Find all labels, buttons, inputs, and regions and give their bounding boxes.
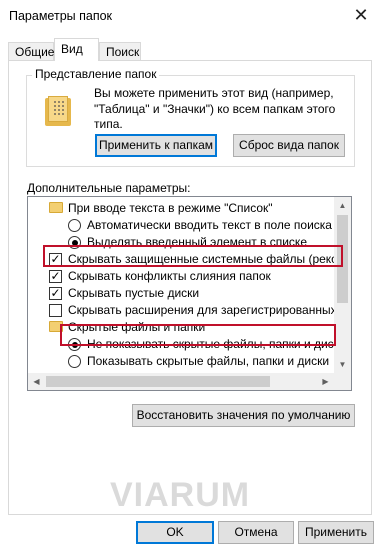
- checkbox-hide-empty-drives[interactable]: ✓: [49, 287, 62, 300]
- list-item-label: Скрывать расширения для зарегистрированн…: [68, 303, 352, 317]
- window-title: Параметры папок: [9, 9, 113, 23]
- reset-folders-button[interactable]: Сброс вида папок: [233, 134, 345, 157]
- checkbox-hide-protected-files[interactable]: ✓: [49, 253, 62, 266]
- scroll-left-icon[interactable]: ◀: [28, 373, 45, 390]
- list-item-dont-show-hidden[interactable]: Не показывать скрытые файлы, папки и дис…: [28, 336, 346, 353]
- tab-view[interactable]: Вид: [54, 38, 99, 61]
- apply-button[interactable]: Применить: [298, 521, 374, 544]
- folder-icon: [49, 321, 63, 332]
- list-item-label: Скрытые файлы и папки: [68, 320, 206, 334]
- cancel-button[interactable]: Отмена: [218, 521, 294, 544]
- list-item-hide-merge-conflicts[interactable]: ✓ Скрывать конфликты слияния папок: [28, 268, 334, 285]
- list-item-select-typed[interactable]: Выделять введенный элемент в списке: [28, 234, 334, 251]
- radio-select-typed[interactable]: [68, 236, 81, 249]
- ok-button[interactable]: OK: [136, 521, 214, 544]
- list-item-hide-protected-files[interactable]: ✓ Скрывать защищенные системные файлы (р…: [28, 251, 351, 268]
- scrollbar-corner: [334, 373, 351, 390]
- scroll-right-icon[interactable]: ▶: [317, 373, 334, 390]
- list-item-label: Скрывать защищенные системные файлы (рек…: [68, 252, 352, 266]
- list-item-label: Скрывать конфликты слияния папок: [68, 269, 271, 283]
- list-item-hide-extensions[interactable]: Скрывать расширения для зарегистрированн…: [28, 302, 351, 319]
- vertical-scroll-thumb[interactable]: [337, 215, 348, 303]
- list-item-show-hidden[interactable]: Показывать скрытые файлы, папки и диски: [28, 353, 334, 370]
- scroll-down-icon[interactable]: ▼: [334, 356, 351, 373]
- apply-to-folders-button[interactable]: Применить к папкам: [95, 134, 217, 157]
- horizontal-scrollbar[interactable]: ◀ ▶: [28, 373, 334, 390]
- watermark: VIARUM: [110, 476, 251, 514]
- vertical-scrollbar[interactable]: ▲ ▼: [334, 197, 351, 373]
- folder-view-icon: [45, 96, 71, 126]
- radio-show-hidden[interactable]: [68, 355, 81, 368]
- list-item-hide-empty-drives[interactable]: ✓ Скрывать пустые диски: [28, 285, 334, 302]
- folder-icon: [49, 202, 63, 213]
- list-item-label: Не показывать скрытые файлы, папки и дис…: [87, 337, 346, 351]
- list-item-folder-hidden-files: Скрытые файлы и папки: [28, 319, 334, 336]
- checkbox-hide-merge-conflicts[interactable]: ✓: [49, 270, 62, 283]
- radio-dont-show-hidden[interactable]: [68, 338, 81, 351]
- folder-view-legend: Представление папок: [32, 67, 160, 81]
- list-item-label: Показывать скрытые файлы, папки и диски: [87, 354, 330, 368]
- title-bar: Параметры папок ✕: [0, 0, 382, 32]
- tab-strip: Общие Вид Поиск: [0, 38, 382, 61]
- folder-view-description: Вы можете применить этот вид (например, …: [94, 86, 336, 131]
- list-item-label: Выделять введенный элемент в списке: [87, 235, 307, 249]
- list-item-label: Скрывать пустые диски: [68, 286, 200, 300]
- horizontal-scroll-thumb[interactable]: [46, 376, 270, 387]
- list-item-folder-typing: При вводе текста в режиме "Список": [28, 200, 334, 217]
- tab-general[interactable]: Общие: [8, 42, 54, 60]
- advanced-settings-label: Дополнительные параметры:: [27, 181, 191, 195]
- close-icon[interactable]: ✕: [350, 4, 372, 26]
- radio-auto-search[interactable]: [68, 219, 81, 232]
- advanced-settings-list: При вводе текста в режиме "Список" Автом…: [27, 196, 352, 391]
- checkbox-hide-extensions[interactable]: [49, 304, 62, 317]
- list-item-auto-search[interactable]: Автоматически вводить текст в поле поиск…: [28, 217, 334, 234]
- list-item-label: При вводе текста в режиме "Список": [68, 201, 273, 215]
- tab-search[interactable]: Поиск: [99, 42, 141, 60]
- restore-defaults-button[interactable]: Восстановить значения по умолчанию: [132, 404, 355, 427]
- scroll-up-icon[interactable]: ▲: [334, 197, 351, 214]
- list-item-label: Автоматически вводить текст в поле поиск…: [87, 218, 332, 232]
